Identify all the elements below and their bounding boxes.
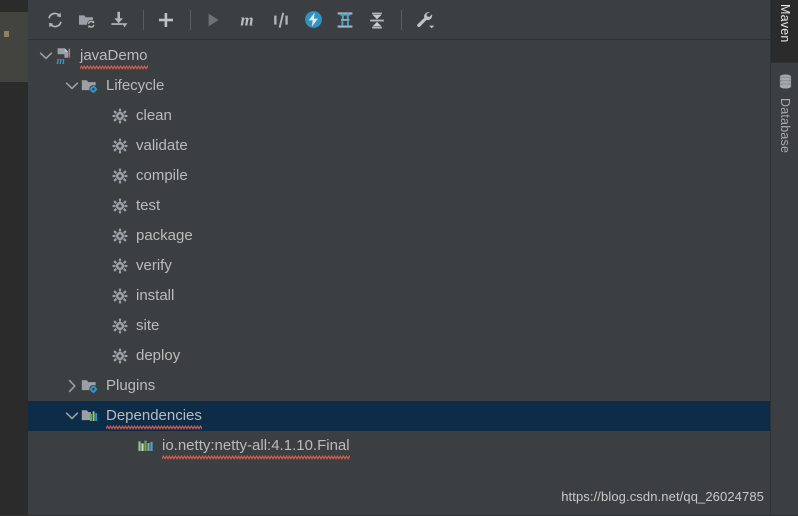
maven-panel: m m javaDemo Lifecycle clean validate co… <box>28 0 770 516</box>
tree-row-label: package <box>136 227 193 244</box>
tree-arrow-placeholder <box>94 288 110 304</box>
goal-gear-icon <box>110 167 130 185</box>
spellcheck-underline <box>80 65 148 70</box>
tool-window-tab-database-label: Database <box>778 98 792 154</box>
generate-sources-folder-icon[interactable] <box>72 5 102 35</box>
spellcheck-underline <box>106 425 202 430</box>
tree-row[interactable]: verify <box>28 251 770 281</box>
goal-gear-icon <box>110 137 130 155</box>
tool-window-tab-strip: Maven Database <box>770 0 798 516</box>
expand-all-icon[interactable] <box>330 5 360 35</box>
goal-gear-icon <box>110 107 130 125</box>
tree-row-label: javaDemo <box>80 47 148 70</box>
lifecycle-folder-icon <box>80 77 100 95</box>
tree-row-label: Dependencies <box>106 407 202 430</box>
tree-row-label: install <box>136 287 175 304</box>
database-icon <box>778 74 793 93</box>
goal-gear-icon <box>110 347 130 365</box>
tree-row[interactable]: site <box>28 311 770 341</box>
tree-arrow-placeholder <box>94 228 110 244</box>
chevron-down-icon[interactable] <box>64 78 80 94</box>
toolbar-divider-3 <box>401 9 402 30</box>
goal-gear-icon <box>110 257 130 275</box>
maven-m-icon[interactable]: m <box>230 5 264 35</box>
tool-window-tab-maven-label: Maven <box>778 4 792 43</box>
maven-toolbar: m <box>28 0 770 40</box>
tree-row[interactable]: test <box>28 191 770 221</box>
toolbar-divider-2 <box>190 9 191 30</box>
tree-row[interactable]: m javaDemo <box>28 41 770 71</box>
goal-gear-icon <box>110 317 130 335</box>
tree-row[interactable]: compile <box>28 161 770 191</box>
watermark-url: https://blog.csdn.net/qq_26024785 <box>561 489 764 504</box>
tree-row-label: clean <box>136 107 172 124</box>
tree-arrow-placeholder <box>94 348 110 364</box>
toggle-offline-icon[interactable] <box>298 5 328 35</box>
spellcheck-underline <box>162 455 350 460</box>
collapse-all-icon[interactable] <box>362 5 392 35</box>
tool-window-tab-maven[interactable]: Maven <box>771 0 798 62</box>
editor-gutter-sliver <box>0 0 28 516</box>
toolbar-divider-1 <box>143 9 144 30</box>
editor-sliver-top <box>0 0 28 12</box>
chevron-down-icon[interactable] <box>64 408 80 424</box>
svg-text:m: m <box>56 55 65 65</box>
download-sources-icon[interactable] <box>104 5 134 35</box>
tree-row[interactable]: Lifecycle <box>28 71 770 101</box>
dependency-bars-icon <box>136 437 156 455</box>
tree-row[interactable]: install <box>28 281 770 311</box>
tree-row[interactable]: clean <box>28 101 770 131</box>
tree-row-label: Lifecycle <box>106 77 165 94</box>
tab-strip-separator <box>770 62 798 63</box>
tree-row[interactable]: Plugins <box>28 371 770 401</box>
tree-row[interactable]: io.netty:netty-all:4.1.10.Final <box>28 431 770 461</box>
chevron-down-icon[interactable] <box>38 48 54 64</box>
tool-window-tab-database[interactable]: Database <box>771 70 798 210</box>
tree-row-label: test <box>136 197 161 214</box>
tree-arrow-placeholder <box>94 168 110 184</box>
maven-settings-icon[interactable] <box>409 5 443 35</box>
reimport-icon[interactable] <box>40 5 70 35</box>
tree-row[interactable]: validate <box>28 131 770 161</box>
tree-row-label: site <box>136 317 160 334</box>
maven-project-tree[interactable]: m javaDemo Lifecycle clean validate compile te… <box>28 41 770 516</box>
plugins-folder-icon <box>80 377 100 395</box>
toggle-skip-tests-icon[interactable] <box>266 5 296 35</box>
tree-row-label: deploy <box>136 347 181 364</box>
tree-arrow-placeholder <box>94 138 110 154</box>
svg-text:m: m <box>240 10 253 29</box>
tree-arrow-placeholder <box>94 198 110 214</box>
goal-gear-icon <box>110 287 130 305</box>
tree-row-label: io.netty:netty-all:4.1.10.Final <box>162 437 350 460</box>
editor-highlight-mark <box>4 31 9 37</box>
tree-arrow-placeholder <box>120 438 136 454</box>
tree-row-label: Plugins <box>106 377 156 394</box>
add-maven-project-icon[interactable] <box>151 5 181 35</box>
tree-row[interactable]: deploy <box>28 341 770 371</box>
goal-gear-icon <box>110 227 130 245</box>
maven-tool-window: m m javaDemo Lifecycle clean validate co… <box>0 0 798 516</box>
dependencies-folder-icon <box>80 407 100 425</box>
tree-row-label: verify <box>136 257 172 274</box>
tree-arrow-placeholder <box>94 318 110 334</box>
editor-sliver-inner <box>0 12 28 82</box>
goal-gear-icon <box>110 197 130 215</box>
run-icon[interactable] <box>198 5 228 35</box>
tree-arrow-placeholder <box>94 108 110 124</box>
tree-row-label: compile <box>136 167 188 184</box>
tree-row[interactable]: Dependencies <box>28 401 770 431</box>
tree-arrow-placeholder <box>94 258 110 274</box>
chevron-right-icon[interactable] <box>64 378 80 394</box>
tree-row[interactable]: package <box>28 221 770 251</box>
tree-row-label: validate <box>136 137 188 154</box>
maven-module-icon: m <box>54 47 74 65</box>
